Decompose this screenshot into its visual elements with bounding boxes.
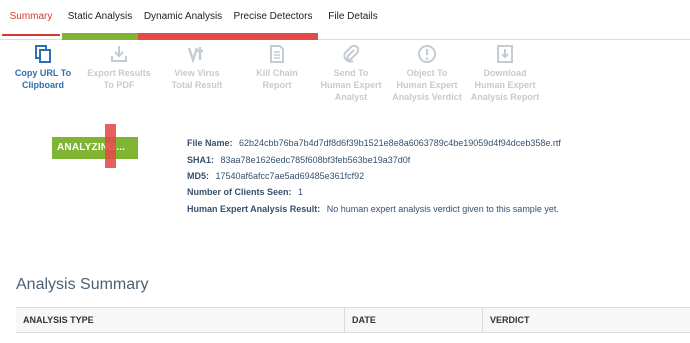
sha1-row: SHA1: 83aa78e1626edc785f608bf3feb563be19… xyxy=(187,155,410,165)
object-verdict-label-1: Object To xyxy=(406,68,448,78)
tab-file-details[interactable]: File Details xyxy=(320,0,386,34)
copy-icon xyxy=(35,45,51,63)
download-report-icon xyxy=(497,45,513,63)
kill-chain-label-2: Report xyxy=(262,80,292,90)
view-virustotal-label-2: Total Result xyxy=(171,80,223,90)
send-analyst-label-2: Human Expert xyxy=(320,80,382,90)
download-report-button[interactable]: Download Human Expert Analysis Report xyxy=(470,44,540,103)
column-date[interactable]: DATE xyxy=(344,308,482,332)
download-icon xyxy=(111,46,127,62)
analysis-summary-table-header: ANALYSIS TYPE DATE VERDICT xyxy=(16,307,690,333)
analyzing-progress-marker xyxy=(105,124,116,168)
report-icon xyxy=(270,45,284,63)
clients-label: Number of Clients Seen: xyxy=(187,187,292,197)
view-virustotal-label-1: View Virus xyxy=(174,68,220,78)
send-analyst-label-3: Analyst xyxy=(334,92,368,102)
object-verdict-label-3: Analysis Verdict xyxy=(392,92,462,102)
download-report-label-1: Download xyxy=(483,68,527,78)
download-report-label-3: Analysis Report xyxy=(470,92,540,102)
paperclip-icon xyxy=(343,44,360,63)
view-virustotal-button[interactable]: View Virus Total Result xyxy=(162,44,232,91)
alert-icon xyxy=(418,45,436,63)
tab-static-analysis[interactable]: Static Analysis xyxy=(64,0,136,34)
virustotal-icon xyxy=(187,47,203,64)
analysis-summary-title: Analysis Summary xyxy=(16,276,149,293)
download-report-label-2: Human Expert xyxy=(474,80,536,90)
verdict-row: Human Expert Analysis Result: No human e… xyxy=(187,204,559,214)
verdict-label: Human Expert Analysis Result: xyxy=(187,204,321,214)
copy-url-label-2: Clipboard xyxy=(22,80,64,90)
tab-bar: Summary Static Analysis Dynamic Analysis… xyxy=(0,0,690,40)
copy-url-button[interactable]: Copy URL To Clipboard xyxy=(8,44,78,91)
export-pdf-button[interactable]: Export Results To PDF xyxy=(84,44,154,91)
object-verdict-label-2: Human Expert xyxy=(396,80,458,90)
clients-value: 1 xyxy=(298,187,304,197)
send-to-analyst-button[interactable]: Send To Human Expert Analyst xyxy=(316,44,386,103)
column-analysis-type[interactable]: ANALYSIS TYPE xyxy=(16,308,344,332)
kill-chain-label-1: Kill Chain xyxy=(256,68,298,78)
tab-summary[interactable]: Summary xyxy=(2,0,60,34)
md5-row: MD5: 17540af6afcc7ae5ad69485e361fcf92 xyxy=(187,171,364,181)
export-pdf-label-2: To PDF xyxy=(103,80,135,90)
clients-row: Number of Clients Seen: 1 xyxy=(187,187,303,197)
object-verdict-button[interactable]: Object To Human Expert Analysis Verdict xyxy=(392,44,462,103)
file-name-label: File Name: xyxy=(187,138,233,148)
progress-segment-pending xyxy=(138,33,318,40)
sha1-value: 83aa78e1626edc785f608bf3feb563be19a37d0f xyxy=(220,155,411,165)
md5-label: MD5: xyxy=(187,171,209,181)
export-pdf-label-1: Export Results xyxy=(87,68,151,78)
kill-chain-report-button[interactable]: Kill Chain Report xyxy=(242,44,312,91)
progress-segment-complete xyxy=(62,33,138,40)
analyzing-status-badge: ANALYZING... xyxy=(52,137,138,159)
file-name-row: File Name: 62b24cbb76ba7b4d7df8d6f39b152… xyxy=(187,138,561,148)
active-tab-underline xyxy=(2,34,60,36)
tab-dynamic-analysis[interactable]: Dynamic Analysis xyxy=(140,0,226,34)
verdict-value: No human expert analysis verdict given t… xyxy=(326,204,559,214)
action-toolbar: Copy URL To Clipboard Export Results To … xyxy=(0,40,690,103)
md5-value: 17540af6afcc7ae5ad69485e361fcf92 xyxy=(215,171,365,181)
copy-url-label-1: Copy URL To xyxy=(14,68,72,78)
file-name-value: 62b24cbb76ba7b4d7df8d6f39b1521e8e8a60637… xyxy=(239,138,561,148)
sha1-label: SHA1: xyxy=(187,155,215,165)
send-analyst-label-1: Send To xyxy=(333,68,369,78)
column-verdict[interactable]: VERDICT xyxy=(482,308,688,332)
tab-precise-detectors[interactable]: Precise Detectors xyxy=(230,0,316,34)
